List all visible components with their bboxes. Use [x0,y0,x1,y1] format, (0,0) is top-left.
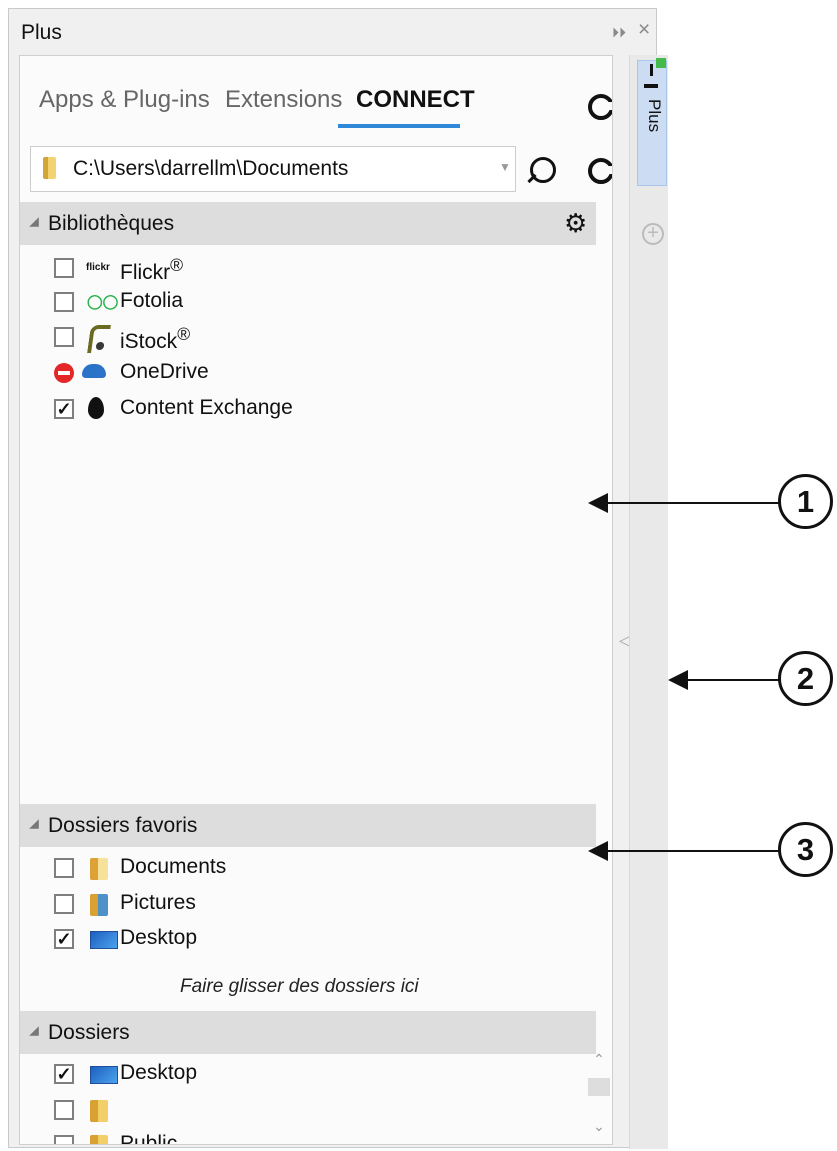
folder-public[interactable]: Public [54,1131,354,1145]
path-value[interactable]: C:\Users\darrellm\Documents [73,157,348,181]
side-tab-label: Plus [645,99,664,133]
folder-user[interactable] [54,1096,354,1130]
desktop-icon [90,1066,118,1084]
path-selector[interactable]: C:\Users\darrellm\Documents ▼ [30,146,516,192]
add-icon[interactable]: + [642,223,664,245]
callout-line-3 [605,850,780,852]
refresh-icon[interactable] [588,94,612,120]
favorite-folder-pictures[interactable]: Pictures [54,890,354,924]
content-exchange-icon [88,397,104,419]
pictures-folder-icon [90,894,108,916]
callout-arrow-3 [588,841,608,861]
tab-connect[interactable]: CONNECT [356,86,475,114]
library-label: Fotolia [120,289,184,312]
drop-folders-hint: Faire glisser des dossiers ici [180,976,419,997]
checked-checkbox[interactable]: ✓ [54,929,74,949]
active-tab-indicator [338,124,460,128]
checkbox[interactable] [54,258,74,278]
fotolia-icon: ◯◯ [87,293,119,309]
documents-folder-icon [90,858,108,880]
checkbox[interactable] [54,292,74,312]
callout-line-2 [685,679,780,681]
download-plus-icon [644,58,666,88]
callout-1: 1 [778,474,833,529]
scroll-thumb[interactable] [588,1078,610,1096]
folders-scrollbar[interactable]: ⌃ ⌄ [588,1051,610,1144]
checked-checkbox[interactable]: ✓ [54,1064,74,1084]
tab-extensions[interactable]: Extensions [225,86,342,114]
library-item-istock[interactable]: iStock® [54,323,354,357]
libraries-section-header[interactable]: Bibliothèques ⚙ [20,202,596,245]
library-label: Content Exchange [120,396,293,419]
callout-arrow-1 [588,493,608,513]
library-label: Flickr® [120,255,184,284]
gear-icon[interactable]: ⚙ [564,210,587,236]
favorite-folder-documents[interactable]: Documents [54,854,354,888]
pin-icon[interactable]: ⏵⏵ [612,25,626,39]
checkbox[interactable] [54,327,74,347]
search-icon[interactable] [530,157,556,183]
folder-label: Documents [120,855,227,878]
folder-label: Desktop [120,1061,198,1084]
plus-docker: Plus ⏵⏵ × Apps & Plug-ins Extensions CON… [8,8,668,1149]
folder-desktop[interactable]: ✓ Desktop [54,1060,354,1094]
close-icon[interactable]: × [638,19,656,40]
user-folder-icon [90,1100,108,1122]
folder-icon [43,157,56,179]
docker-title: Plus [21,21,62,44]
collapse-triangle-icon[interactable] [29,819,39,829]
folder-label: Public [120,1132,178,1145]
checkbox[interactable] [54,858,74,878]
chevron-down-icon[interactable]: ▼ [499,160,511,174]
scroll-up-icon[interactable]: ⌃ [588,1051,610,1069]
favorite-folders-section-header[interactable]: Dossiers favoris [20,804,596,847]
libraries-title: Bibliothèques [48,212,175,235]
connect-panel: Apps & Plug-ins Extensions CONNECT C:\Us… [19,55,613,1145]
library-item-fotolia[interactable]: ◯◯ Fotolia [54,288,354,322]
callout-2: 2 [778,651,833,706]
library-item-flickr[interactable]: flickr Flickr® [54,254,354,288]
folders-title: Dossiers [48,1021,130,1044]
library-label: OneDrive [120,360,209,383]
library-item-content-exchange[interactable]: ✓ Content Exchange [54,395,374,429]
side-tab-bar: Plus + [629,55,668,1149]
blocked-icon [54,363,74,383]
library-item-onedrive[interactable]: OneDrive [54,359,354,393]
tab-apps-plugins[interactable]: Apps & Plug-ins [39,86,210,114]
istock-icon [87,325,111,353]
folder-label: Desktop [120,926,198,949]
folders-section-header[interactable]: Dossiers [20,1011,596,1054]
favorite-folders-title: Dossiers favoris [48,814,198,837]
flickr-icon: flickr [86,262,110,273]
callout-line-1 [605,502,780,504]
collapse-triangle-icon[interactable] [29,217,39,227]
plus-side-tab[interactable]: Plus [637,58,667,186]
checked-checkbox[interactable]: ✓ [54,399,74,419]
collapse-triangle-icon[interactable] [29,1026,39,1036]
scroll-down-icon[interactable]: ⌄ [588,1118,610,1136]
callout-3: 3 [778,822,833,877]
checkbox[interactable] [54,894,74,914]
callout-arrow-2 [668,670,688,690]
folder-label: Pictures [120,891,196,914]
path-refresh-icon[interactable] [588,158,612,184]
favorite-folder-desktop[interactable]: ✓ Desktop [54,925,354,959]
checkbox[interactable] [54,1100,74,1120]
onedrive-icon [82,364,106,378]
checkbox[interactable] [54,1135,74,1144]
desktop-icon [90,931,118,949]
docker-titlebar: Plus ⏵⏵ × [9,9,656,55]
public-folder-icon [90,1135,108,1144]
library-label: iStock® [120,324,191,353]
